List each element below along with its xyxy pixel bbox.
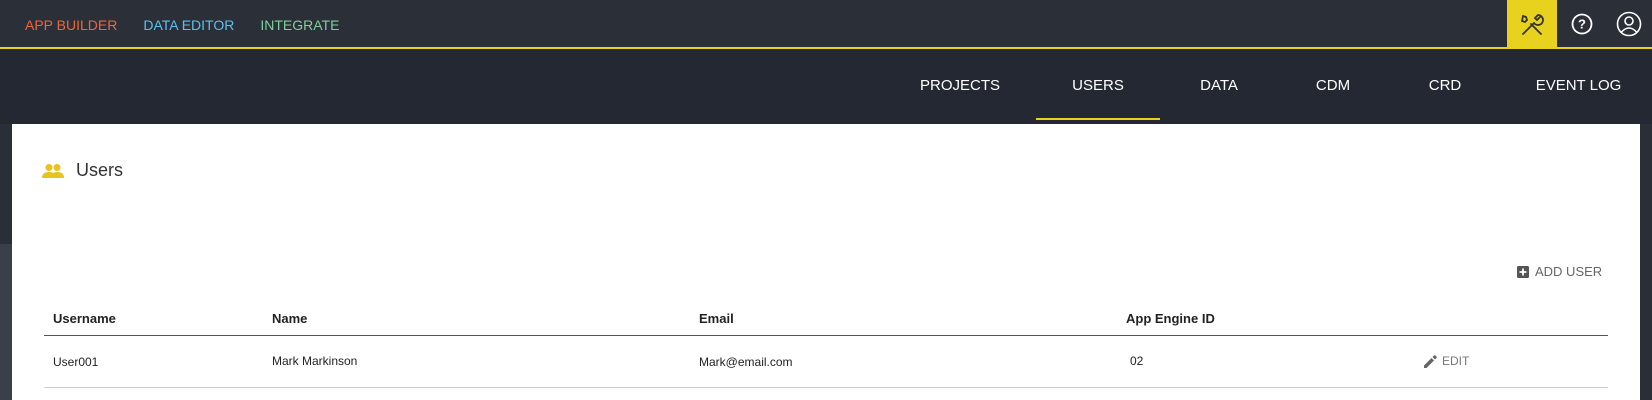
app-switcher: APP BUILDER DATA EDITOR INTEGRATE [25, 17, 339, 33]
cell-name: Mark Markinson [272, 354, 358, 368]
app-builder-link[interactable]: APP BUILDER [25, 17, 117, 33]
account-button[interactable] [1616, 11, 1642, 37]
tools-icon [1520, 13, 1544, 35]
table-header: Username Name Email App Engine ID [44, 300, 1608, 336]
data-editor-link[interactable]: DATA EDITOR [143, 17, 234, 33]
cell-app-engine-id: 02 [1130, 354, 1144, 368]
add-user-button[interactable]: ADD USER [1517, 264, 1602, 279]
right-gutter [1640, 124, 1652, 400]
table-row: User001 Mark Markinson Mark@email.com 02… [44, 336, 1608, 388]
cell-username: User001 [53, 355, 99, 369]
nav-item-users[interactable]: USERS [1036, 51, 1160, 120]
pencil-icon [1424, 354, 1437, 368]
page-header: Users [42, 160, 123, 181]
add-box-icon [1517, 265, 1529, 278]
nav-item-projects[interactable]: PROJECTS [905, 51, 1015, 120]
nav-item-data[interactable]: DATA [1183, 51, 1255, 120]
edit-button[interactable]: EDIT [1424, 354, 1469, 368]
users-table: Username Name Email App Engine ID User00… [44, 300, 1608, 388]
top-bar: APP BUILDER DATA EDITOR INTEGRATE ? [0, 0, 1652, 49]
nav-item-crd[interactable]: CRD [1410, 51, 1480, 120]
nav-item-cdm[interactable]: CDM [1295, 51, 1371, 120]
user-account-icon [1616, 11, 1642, 37]
help-button[interactable]: ? [1570, 12, 1594, 36]
nav-item-event-log[interactable]: EVENT LOG [1530, 51, 1627, 120]
cell-email: Mark@email.com [699, 355, 793, 369]
page-title: Users [76, 160, 124, 180]
help-icon: ? [1571, 13, 1593, 35]
tools-button[interactable] [1507, 0, 1557, 49]
column-header-app-engine-id: App Engine ID [1126, 311, 1215, 326]
left-gutter [0, 124, 12, 400]
column-header-email: Email [699, 311, 734, 326]
users-icon [42, 163, 64, 178]
users-panel: Users ADD USER Username Name Email App E… [12, 124, 1640, 400]
main-nav: PROJECTS USERS DATA CDM CRD EVENT LOG [0, 51, 1652, 124]
column-header-username: Username [53, 311, 116, 326]
column-header-name: Name [272, 311, 308, 326]
integrate-link[interactable]: INTEGRATE [260, 17, 339, 33]
edit-label: EDIT [1442, 354, 1470, 368]
add-user-label: ADD USER [1535, 264, 1603, 279]
svg-text:?: ? [1578, 17, 1586, 32]
